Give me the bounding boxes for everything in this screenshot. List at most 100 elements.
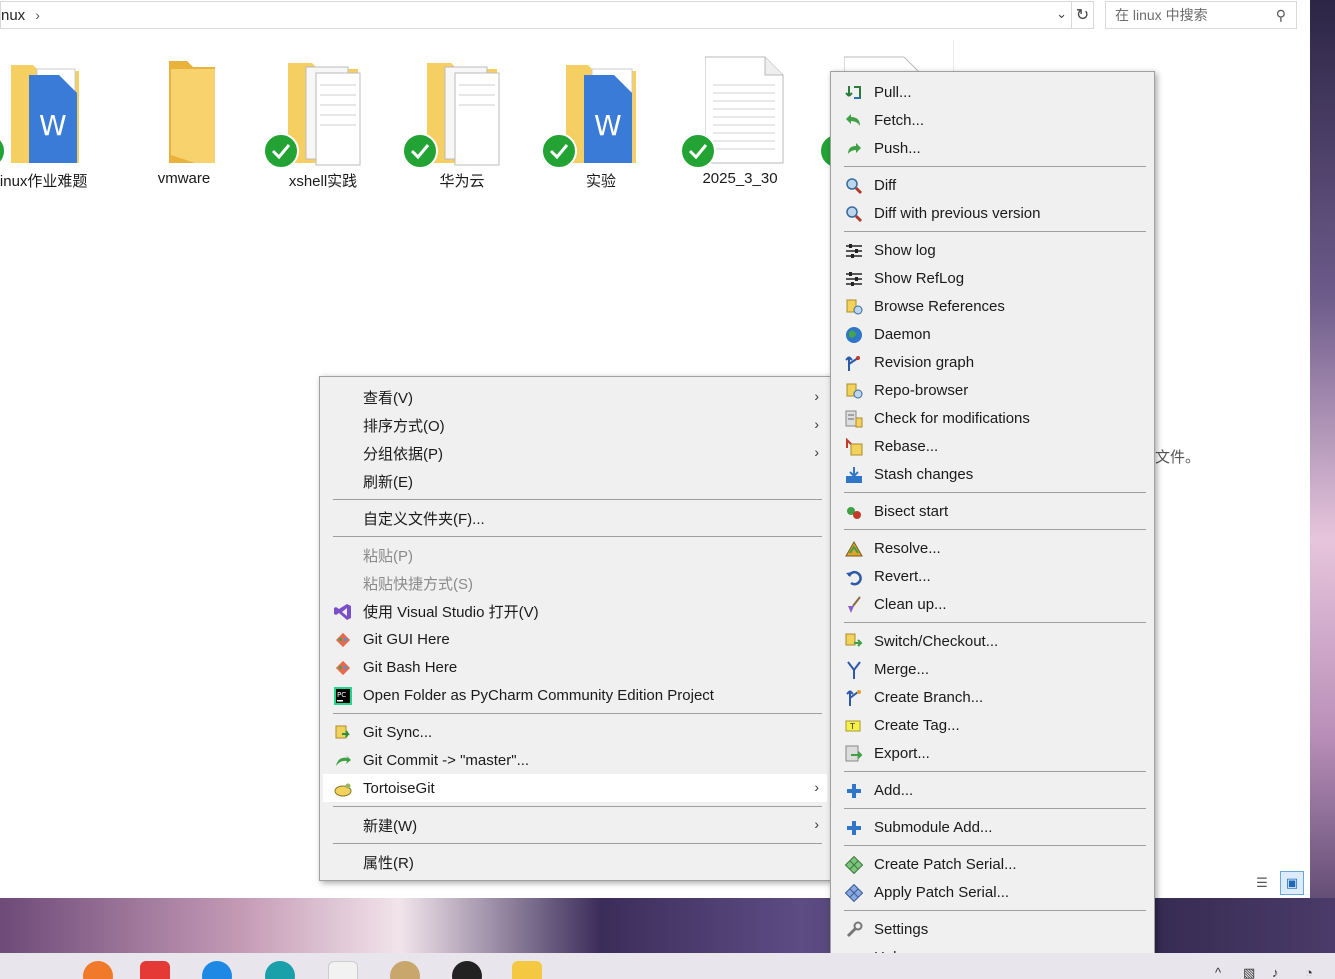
menu-item-label: Clean up... — [874, 595, 947, 613]
folder-icon — [169, 61, 215, 163]
menu-item-add[interactable]: Add... — [834, 776, 1151, 804]
network-icon[interactable]: ▧ — [1243, 965, 1255, 979]
submenu-arrow-icon: › — [814, 388, 819, 404]
folder-item[interactable]: vmware — [124, 55, 244, 195]
menu-item-sort[interactable]: 排序方式(O) › — [323, 411, 827, 439]
folder-item[interactable]: W 实验 — [541, 55, 661, 195]
paint-icon[interactable] — [390, 961, 420, 979]
file-item[interactable]: 2025_3_30 — [680, 55, 800, 195]
volume-icon[interactable]: ♪ — [1272, 965, 1279, 979]
menu-item-paste-shortcut[interactable]: 粘贴快捷方式(S) — [323, 569, 827, 597]
search-icon[interactable]: ⚲ — [1276, 7, 1286, 24]
folder-item[interactable]: W linux作业难题 — [0, 55, 102, 195]
menu-item-new[interactable]: 新建(W) › — [323, 811, 827, 839]
translate-icon[interactable] — [202, 961, 232, 979]
file-explorer-icon[interactable] — [512, 961, 542, 979]
details-view-icon[interactable]: ☰ — [1250, 871, 1274, 895]
menu-item-check-modifications[interactable]: Check for modifications — [834, 404, 1151, 432]
revert-icon — [845, 568, 863, 586]
app-orange-icon[interactable] — [83, 961, 113, 979]
menu-item-label: 粘贴(P) — [363, 547, 413, 565]
menu-item-diff[interactable]: Diff — [834, 171, 1151, 199]
folder-item[interactable]: 华为云 — [402, 55, 522, 195]
menu-item-browse-references[interactable]: Browse References — [834, 292, 1151, 320]
menu-item-repo-browser[interactable]: Repo-browser — [834, 376, 1151, 404]
app-red-icon[interactable] — [328, 961, 358, 979]
address-bar[interactable]: nux › ⌄ — [0, 1, 1072, 29]
menu-item-label: Revision graph — [874, 353, 975, 371]
menu-item-diff-previous[interactable]: Diff with previous version — [834, 199, 1151, 227]
edge-browser-icon[interactable] — [265, 961, 295, 979]
menu-item-submodule-add[interactable]: Submodule Add... — [834, 813, 1151, 841]
menu-item-switch-checkout[interactable]: Switch/Checkout... — [834, 627, 1151, 655]
menu-item-label: Open Folder as PyCharm Community Edition… — [363, 686, 714, 704]
menu-item-open-pycharm[interactable]: PC Open Folder as PyCharm Community Edit… — [323, 681, 827, 709]
chevron-up-icon[interactable]: ^ — [1215, 965, 1221, 979]
menu-item-fetch[interactable]: Fetch... — [834, 106, 1151, 134]
menu-item-label: 属性(R) — [363, 854, 414, 872]
menu-item-bisect-start[interactable]: Bisect start — [834, 497, 1151, 525]
menu-item-git-bash[interactable]: Git Bash Here — [323, 653, 827, 681]
menu-item-settings[interactable]: Settings — [834, 915, 1151, 943]
menu-item-refresh[interactable]: 刷新(E) — [323, 467, 827, 495]
menu-item-label: Export... — [874, 744, 930, 762]
menu-item-label: Create Patch Serial... — [874, 855, 1017, 873]
menu-item-pull[interactable]: Pull... — [834, 78, 1151, 106]
menu-item-customize-folder[interactable]: 自定义文件夹(F)... — [323, 504, 827, 532]
synced-check-icon — [263, 133, 299, 169]
menu-item-show-log[interactable]: Show log — [834, 236, 1151, 264]
address-dropdown-icon[interactable]: ⌄ — [1056, 6, 1067, 22]
menu-item-label: Switch/Checkout... — [874, 632, 999, 650]
menu-item-export[interactable]: Export... — [834, 739, 1151, 767]
wps-icon[interactable] — [140, 961, 170, 979]
large-icons-view-icon[interactable]: ▣ — [1280, 871, 1304, 895]
menu-item-apply-patch-serial[interactable]: Apply Patch Serial... — [834, 878, 1151, 906]
menu-item-revision-graph[interactable]: Revision graph — [834, 348, 1151, 376]
repo-browser-icon — [845, 382, 863, 400]
address-path[interactable]: nux — [1, 7, 25, 24]
folder-item[interactable]: xshell实践 — [263, 55, 383, 195]
menu-item-rebase[interactable]: Rebase... — [834, 432, 1151, 460]
folder-pages-icon — [427, 63, 500, 166]
menu-item-create-patch-serial[interactable]: Create Patch Serial... — [834, 850, 1151, 878]
menu-item-label: Daemon — [874, 325, 931, 343]
folder-pages-icon — [288, 63, 361, 166]
menu-item-git-sync[interactable]: Git Sync... — [323, 718, 827, 746]
refresh-button[interactable]: ↻ — [1072, 1, 1094, 29]
menu-item-resolve[interactable]: Resolve... — [834, 534, 1151, 562]
menu-item-label: 分组依据(P) — [363, 445, 443, 463]
menu-item-view[interactable]: 查看(V) › — [323, 383, 827, 411]
menu-item-label: 新建(W) — [363, 817, 418, 835]
menu-item-push[interactable]: Push... — [834, 134, 1151, 162]
menu-item-revert[interactable]: Revert... — [834, 562, 1151, 590]
switch-icon — [845, 633, 863, 651]
search-input[interactable]: 在 linux 中搜索 ⚲ — [1105, 1, 1297, 29]
commit-icon — [334, 752, 352, 770]
menu-item-show-reflog[interactable]: Show RefLog — [834, 264, 1151, 292]
menu-item-merge[interactable]: Merge... — [834, 655, 1151, 683]
menu-item-label: Settings — [874, 920, 929, 938]
branch-icon — [845, 689, 863, 707]
menu-item-stash-changes[interactable]: Stash changes — [834, 460, 1151, 488]
menu-separator — [844, 231, 1146, 232]
wifi-icon[interactable]: ◔ — [1305, 965, 1313, 979]
menu-item-create-tag[interactable]: T Create Tag... — [834, 711, 1151, 739]
menu-item-git-commit[interactable]: Git Commit -> "master"... — [323, 746, 827, 774]
menu-separator — [333, 499, 822, 500]
menu-item-properties[interactable]: 属性(R) — [323, 848, 827, 876]
menu-item-group[interactable]: 分组依据(P) › — [323, 439, 827, 467]
tortoise-icon — [334, 780, 352, 798]
qq-icon[interactable] — [452, 961, 482, 979]
menu-separator — [333, 843, 822, 844]
menu-item-clean-up[interactable]: Clean up... — [834, 590, 1151, 618]
file-name: 实验 — [585, 173, 616, 190]
menu-item-paste[interactable]: 粘贴(P) — [323, 541, 827, 569]
menu-item-daemon[interactable]: Daemon — [834, 320, 1151, 348]
menu-item-create-branch[interactable]: Create Branch... — [834, 683, 1151, 711]
menu-item-git-gui[interactable]: Git GUI Here — [323, 625, 827, 653]
menu-item-open-visual-studio[interactable]: 使用 Visual Studio 打开(V) — [323, 597, 827, 625]
menu-item-tortoisegit[interactable]: TortoiseGit › — [323, 774, 827, 802]
submenu-arrow-icon: › — [814, 816, 819, 832]
menu-item-label: 粘贴快捷方式(S) — [363, 575, 473, 593]
breadcrumb-chevron-icon[interactable]: › — [35, 7, 40, 23]
